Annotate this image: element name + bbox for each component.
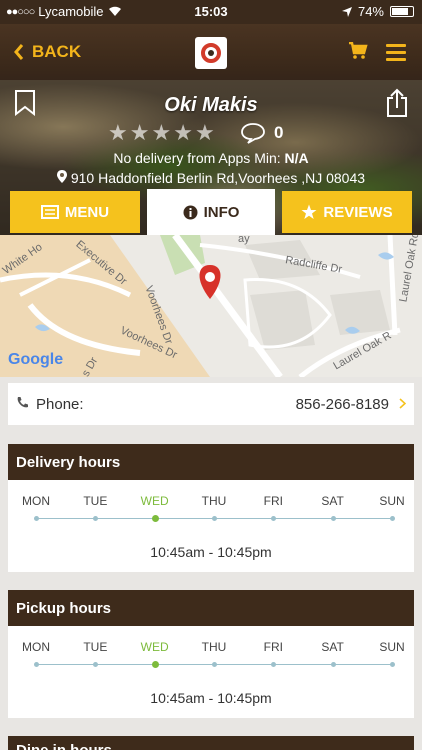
chevron-right-icon xyxy=(399,396,407,412)
day-label-sun: SUN xyxy=(379,640,405,654)
comments-button[interactable]: 0 xyxy=(240,122,283,144)
tab-menu[interactable]: MENU xyxy=(10,191,140,233)
hamburger-line xyxy=(386,51,406,54)
phone-row[interactable]: Phone: 856-266-8189 xyxy=(8,383,414,425)
day-label-thu: THU xyxy=(201,640,227,654)
restaurant-tabs: MENU INFO REVIEWS xyxy=(10,189,412,235)
rating-stars: ★★★★★ xyxy=(108,120,217,146)
day-label-tue: TUE xyxy=(83,640,108,654)
info-circle-icon xyxy=(183,205,198,219)
day-label-tue: TUE xyxy=(83,494,108,508)
day-label-sun: SUN xyxy=(379,494,405,508)
location-map[interactable]: Executive Dr White Ho Radcliffe Dr Laure… xyxy=(0,235,422,377)
day-dot-fri xyxy=(271,662,277,667)
day-label-mon: MON xyxy=(22,494,50,508)
chevron-left-icon xyxy=(14,44,24,60)
phone-icon xyxy=(16,396,28,413)
day-dot-sat xyxy=(330,516,336,521)
day-label-sat: SAT xyxy=(321,494,344,508)
delivery-hours-value: 10:45am - 10:45pm xyxy=(150,544,272,560)
tab-reviews[interactable]: REVIEWS xyxy=(282,191,412,233)
day-dot-sat xyxy=(330,662,336,667)
tab-reviews-label: REVIEWS xyxy=(323,203,393,221)
day-dot-wed xyxy=(151,661,159,668)
phone-number: 856-266-8189 xyxy=(295,395,389,413)
phone-label: Phone: xyxy=(36,395,84,413)
cart-button[interactable] xyxy=(348,41,368,65)
delivery-hours-card: Delivery hours MON TUE WED THU FRI SAT SUN 10:… xyxy=(8,444,414,572)
cart-icon xyxy=(349,41,368,59)
day-dot-thu xyxy=(212,516,217,521)
day-label-fri: FRI xyxy=(263,494,283,508)
restaurant-address: 910 Haddonfield Berlin Rd,Voorhees ,NJ 0… xyxy=(0,170,422,186)
day-label-wed: WED xyxy=(140,640,169,654)
delivery-hours-title: Delivery hours xyxy=(8,444,414,480)
min-label: Min: xyxy=(254,150,281,166)
day-dot-tue xyxy=(93,516,99,521)
restaurant-name: Oki Makis xyxy=(164,94,258,116)
share-icon xyxy=(387,88,407,117)
dine-in-hours-header: Dine in hours xyxy=(8,736,414,750)
share-button[interactable] xyxy=(386,88,408,123)
delivery-text: No delivery from Apps xyxy=(113,150,251,166)
back-button[interactable]: BACK xyxy=(14,42,81,62)
star-icon: ★ xyxy=(194,120,217,145)
logo-ring-icon xyxy=(201,43,221,63)
day-label-sat: SAT xyxy=(321,640,344,654)
tab-info[interactable]: INFO xyxy=(147,189,275,235)
address-text: 910 Haddonfield Berlin Rd,Voorhees ,NJ 0… xyxy=(70,170,366,186)
day-dot-sun xyxy=(390,516,395,521)
day-dot-thu xyxy=(212,662,217,667)
comment-bubble-icon xyxy=(241,123,265,144)
pickup-hours-card: Pickup hours MON TUE WED THU FRI SAT SUN 10:45… xyxy=(8,590,414,718)
day-dot-mon xyxy=(34,516,39,521)
day-label-wed: WED xyxy=(140,494,169,508)
min-value: N/A xyxy=(284,150,309,166)
day-dot-wed xyxy=(151,515,159,522)
nav-bar: BACK xyxy=(0,24,422,80)
status-right: 74% xyxy=(341,4,414,19)
hamburger-menu-button[interactable] xyxy=(386,44,406,65)
menu-list-icon xyxy=(40,205,59,219)
day-label-thu: THU xyxy=(201,494,227,508)
battery-icon xyxy=(390,6,414,17)
battery-percent: 74% xyxy=(357,4,384,19)
hamburger-line xyxy=(386,44,406,47)
delivery-info: No delivery from Apps Min: N/A xyxy=(0,150,422,166)
location-arrow-icon xyxy=(341,6,352,17)
day-dot-tue xyxy=(93,662,99,667)
tab-info-label: INFO xyxy=(203,203,240,221)
delivery-days-timeline: MON TUE WED THU FRI SAT SUN xyxy=(8,480,414,532)
day-dot-sun xyxy=(390,662,395,667)
day-label-fri: FRI xyxy=(263,640,283,654)
pickup-hours-title: Pickup hours xyxy=(8,590,414,626)
comment-count: 0 xyxy=(274,123,284,142)
star-icon: ★ xyxy=(129,120,152,145)
star-icon: ★ xyxy=(151,120,174,145)
day-dot-mon xyxy=(34,662,39,667)
star-icon: ★ xyxy=(108,120,130,145)
map-pin-icon xyxy=(56,170,71,186)
star-icon xyxy=(301,204,317,219)
tab-menu-label: MENU xyxy=(64,203,110,221)
pickup-days-timeline: MON TUE WED THU FRI SAT SUN xyxy=(8,626,414,678)
back-label: BACK xyxy=(32,42,82,61)
star-icon: ★ xyxy=(173,120,195,145)
restaurant-logo xyxy=(195,37,227,69)
pickup-hours-value: 10:45am - 10:45pm xyxy=(150,690,272,706)
day-dot-fri xyxy=(271,516,277,521)
map-label-ay: ay xyxy=(238,235,250,245)
day-label-mon: MON xyxy=(22,640,50,654)
hamburger-line xyxy=(386,58,406,61)
status-bar: ●●○○○ Lycamobile 15:03 74% xyxy=(0,0,422,24)
google-logo: Google xyxy=(8,351,64,368)
